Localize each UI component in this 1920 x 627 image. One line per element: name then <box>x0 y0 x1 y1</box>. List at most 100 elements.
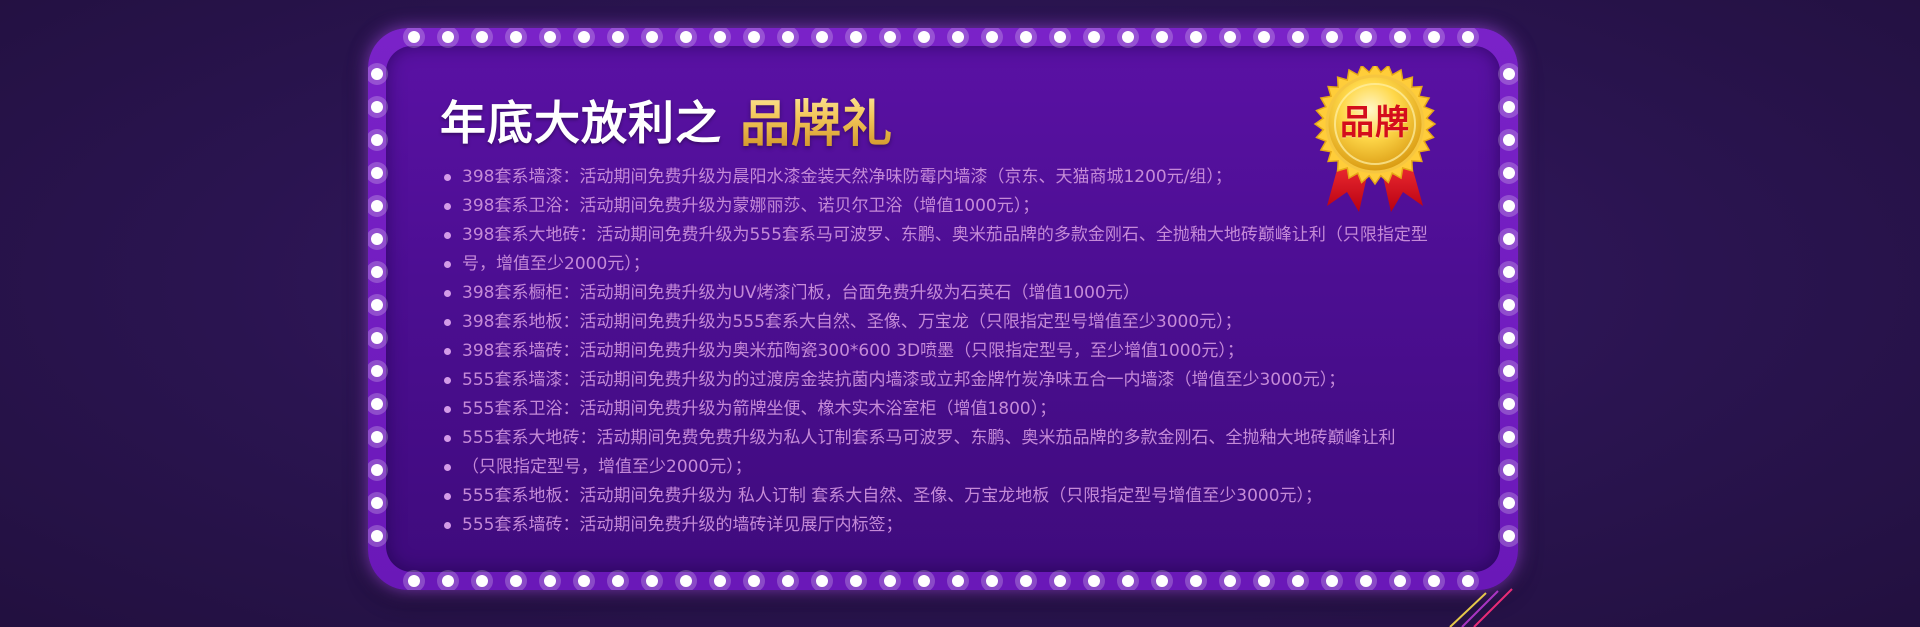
marquee-light-icon <box>1503 200 1515 212</box>
marquee-light-icon <box>612 575 624 587</box>
marquee-light-glow <box>1498 525 1518 547</box>
marquee-light-glow <box>947 28 969 48</box>
list-item: 398套系墙漆：活动期间免费升级为晨阳水漆金装天然净味防霉内墙漆（京东、天猫商城… <box>440 163 1480 192</box>
promo-list: 398套系墙漆：活动期间免费升级为晨阳水漆金装天然净味防霉内墙漆（京东、天猫商城… <box>440 163 1480 540</box>
marquee-light-icon <box>1503 299 1515 311</box>
marquee-light-glow <box>368 426 388 448</box>
marquee-light-glow <box>471 28 493 48</box>
marquee-light-glow <box>1498 294 1518 316</box>
marquee-light-icon <box>1224 31 1236 43</box>
list-item: 398套系大地砖：活动期间免费升级为555套系马可波罗、东鹏、奥米茄品牌的多款金… <box>440 221 1480 250</box>
marquee-light-icon <box>510 31 522 43</box>
marquee-light-glow <box>777 570 799 590</box>
list-item: 555套系墙砖：活动期间免费升级的墙砖详见展厅内标签； <box>440 511 1480 540</box>
marquee-light-glow <box>1457 28 1479 48</box>
marquee-light-icon <box>1326 31 1338 43</box>
marquee-light-glow <box>437 28 459 48</box>
marquee-light-glow <box>1185 570 1207 590</box>
marquee-light-icon <box>371 200 383 212</box>
marquee-light-glow <box>675 28 697 48</box>
marquee-light-icon <box>952 31 964 43</box>
promo-page: 年底大放利之 品牌礼 品牌 398套系墙漆：活动期间免费升级为晨阳水漆金装天然净… <box>0 0 1920 627</box>
marquee-light-icon <box>986 575 998 587</box>
list-item: 398套系地板：活动期间免费升级为555套系大自然、圣像、万宝龙（只限指定型号增… <box>440 308 1480 337</box>
marquee-light-glow <box>368 261 388 283</box>
marquee-light-glow <box>505 28 527 48</box>
marquee-light-icon <box>371 431 383 443</box>
marquee-light-glow <box>368 327 388 349</box>
marquee-light-icon <box>646 575 658 587</box>
marquee-light-icon <box>1156 575 1168 587</box>
marquee-light-icon <box>371 530 383 542</box>
marquee-light-glow <box>1117 28 1139 48</box>
marquee-light-icon <box>1394 575 1406 587</box>
marquee-light-icon <box>714 31 726 43</box>
marquee-light-icon <box>1394 31 1406 43</box>
marquee-light-glow <box>368 63 388 85</box>
marquee-light-icon <box>646 31 658 43</box>
marquee-light-glow <box>1083 28 1105 48</box>
list-item: 398套系橱柜：活动期间免费升级为UV烤漆门板，台面免费升级为石英石（增值100… <box>440 279 1480 308</box>
marquee-light-glow <box>1498 459 1518 481</box>
marquee-light-glow <box>368 162 388 184</box>
marquee-light-glow <box>1015 28 1037 48</box>
marquee-light-glow <box>368 195 388 217</box>
marquee-light-glow <box>1498 96 1518 118</box>
list-item: 号，增值至少2000元）； <box>440 250 1480 279</box>
marquee-light-glow <box>1287 28 1309 48</box>
marquee-light-icon <box>884 31 896 43</box>
marquee-light-glow <box>811 28 833 48</box>
marquee-light-icon <box>1503 497 1515 509</box>
marquee-light-icon <box>476 575 488 587</box>
marquee-light-glow <box>1355 28 1377 48</box>
marquee-light-icon <box>442 31 454 43</box>
marquee-light-icon <box>408 575 420 587</box>
marquee-light-glow <box>675 570 697 590</box>
marquee-light-icon <box>1258 31 1270 43</box>
marquee-light-glow <box>1498 195 1518 217</box>
marquee-light-glow <box>1015 570 1037 590</box>
marquee-light-icon <box>1503 530 1515 542</box>
marquee-light-icon <box>1360 575 1372 587</box>
marquee-light-glow <box>573 28 595 48</box>
marquee-light-icon <box>1503 134 1515 146</box>
marquee-light-glow <box>1498 63 1518 85</box>
marquee-light-icon <box>1088 575 1100 587</box>
marquee-light-glow <box>913 28 935 48</box>
page-title: 年底大放利之 品牌礼 <box>440 88 893 153</box>
list-item: 555套系墙漆：活动期间免费升级为的过渡房金装抗菌内墙漆或立邦金牌竹炭净味五合一… <box>440 366 1480 395</box>
marquee-light-glow <box>981 570 1003 590</box>
marquee-light-glow <box>1117 570 1139 590</box>
marquee-light-icon <box>371 101 383 113</box>
marquee-light-glow <box>539 28 561 48</box>
marquee-light-icon <box>816 575 828 587</box>
marquee-light-icon <box>371 365 383 377</box>
marquee-light-glow <box>368 459 388 481</box>
marquee-light-icon <box>1190 575 1202 587</box>
marquee-light-icon <box>408 31 420 43</box>
marquee-light-icon <box>442 575 454 587</box>
marquee-light-icon <box>371 464 383 476</box>
marquee-light-icon <box>371 134 383 146</box>
marquee-light-icon <box>371 398 383 410</box>
marquee-light-glow <box>981 28 1003 48</box>
marquee-light-icon <box>371 299 383 311</box>
title-main-text: 年底大放利之 <box>440 96 722 150</box>
marquee-light-icon <box>578 575 590 587</box>
marquee-light-icon <box>918 575 930 587</box>
marquee-light-glow <box>1498 327 1518 349</box>
marquee-light-glow <box>368 294 388 316</box>
marquee-light-glow <box>1498 129 1518 151</box>
marquee-light-icon <box>884 575 896 587</box>
marquee-light-glow <box>573 570 595 590</box>
marquee-light-glow <box>1049 570 1071 590</box>
light-streaks <box>1449 588 1513 627</box>
marquee-light-glow <box>1498 162 1518 184</box>
marquee-light-glow <box>845 570 867 590</box>
marquee-light-glow <box>607 570 629 590</box>
marquee-light-icon <box>1462 31 1474 43</box>
marquee-light-glow <box>1049 28 1071 48</box>
marquee-light-icon <box>986 31 998 43</box>
marquee-light-glow <box>1219 570 1241 590</box>
marquee-light-icon <box>544 31 556 43</box>
